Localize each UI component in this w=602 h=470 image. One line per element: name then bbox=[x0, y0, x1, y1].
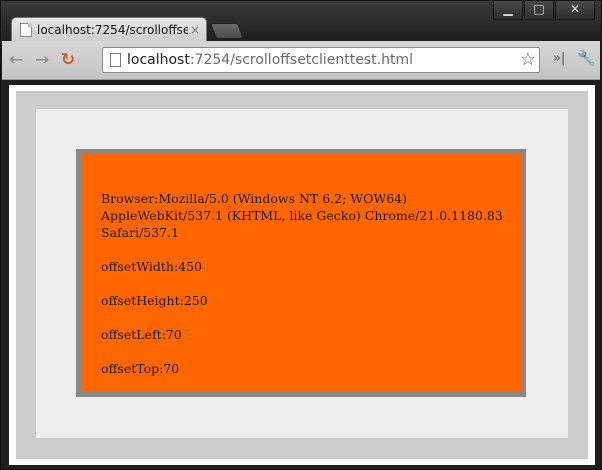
browser-info: Browser:Mozilla/5.0 (Windows NT 6.2; WOW… bbox=[101, 191, 503, 240]
reload-icon[interactable]: ↻ bbox=[56, 48, 80, 72]
page-icon bbox=[110, 53, 121, 67]
wrench-icon[interactable]: 🔧 bbox=[577, 49, 596, 67]
toolbar-right: »| 🔧 bbox=[553, 49, 596, 67]
close-window-button[interactable]: ✕ bbox=[555, 1, 595, 20]
offset-test-box: Browser:Mozilla/5.0 (Windows NT 6.2; WOW… bbox=[76, 149, 526, 397]
offset-left: offsetLeft:70 bbox=[101, 327, 182, 342]
offset-width: offsetWidth:450 bbox=[101, 259, 203, 274]
tab-title: localhost:7254/scrolloffse bbox=[37, 22, 188, 37]
window-controls: ▁ □ ✕ bbox=[492, 1, 595, 20]
forward-icon[interactable]: → bbox=[30, 48, 54, 72]
minimize-button[interactable]: ▁ bbox=[493, 1, 523, 20]
maximize-button[interactable]: □ bbox=[524, 1, 554, 20]
url-path: :7254/scrolloffsetclienttest.html bbox=[189, 52, 413, 68]
tab-active[interactable]: localhost:7254/scrolloffse × bbox=[11, 17, 207, 41]
extensions-chevron-icon[interactable]: »| bbox=[553, 51, 565, 66]
address-bar[interactable]: localhost:7254/scrolloffsetclienttest.ht… bbox=[102, 47, 540, 73]
page-viewport: Browser:Mozilla/5.0 (Windows NT 6.2; WOW… bbox=[9, 85, 595, 465]
back-icon[interactable]: ← bbox=[4, 48, 28, 72]
tab-close-icon[interactable]: × bbox=[188, 23, 202, 37]
url-host: localhost bbox=[127, 52, 190, 68]
offset-height: offsetHeight:250 bbox=[101, 293, 208, 308]
url-text[interactable]: localhost:7254/scrolloffsetclienttest.ht… bbox=[127, 52, 413, 68]
outer-container: Browser:Mozilla/5.0 (Windows NT 6.2; WOW… bbox=[16, 91, 588, 459]
bookmark-star-icon[interactable]: ☆ bbox=[520, 49, 536, 70]
inner-container: Browser:Mozilla/5.0 (Windows NT 6.2; WOW… bbox=[36, 109, 568, 438]
offset-top: offsetTop:70 bbox=[101, 361, 180, 376]
new-tab-button[interactable] bbox=[210, 23, 244, 39]
toolbar: ← → ↻ localhost:7254/scrolloffsetclientt… bbox=[2, 41, 600, 80]
browser-window: ▁ □ ✕ localhost:7254/scrolloffse × ← → ↻… bbox=[0, 0, 602, 470]
page-icon bbox=[20, 22, 32, 37]
